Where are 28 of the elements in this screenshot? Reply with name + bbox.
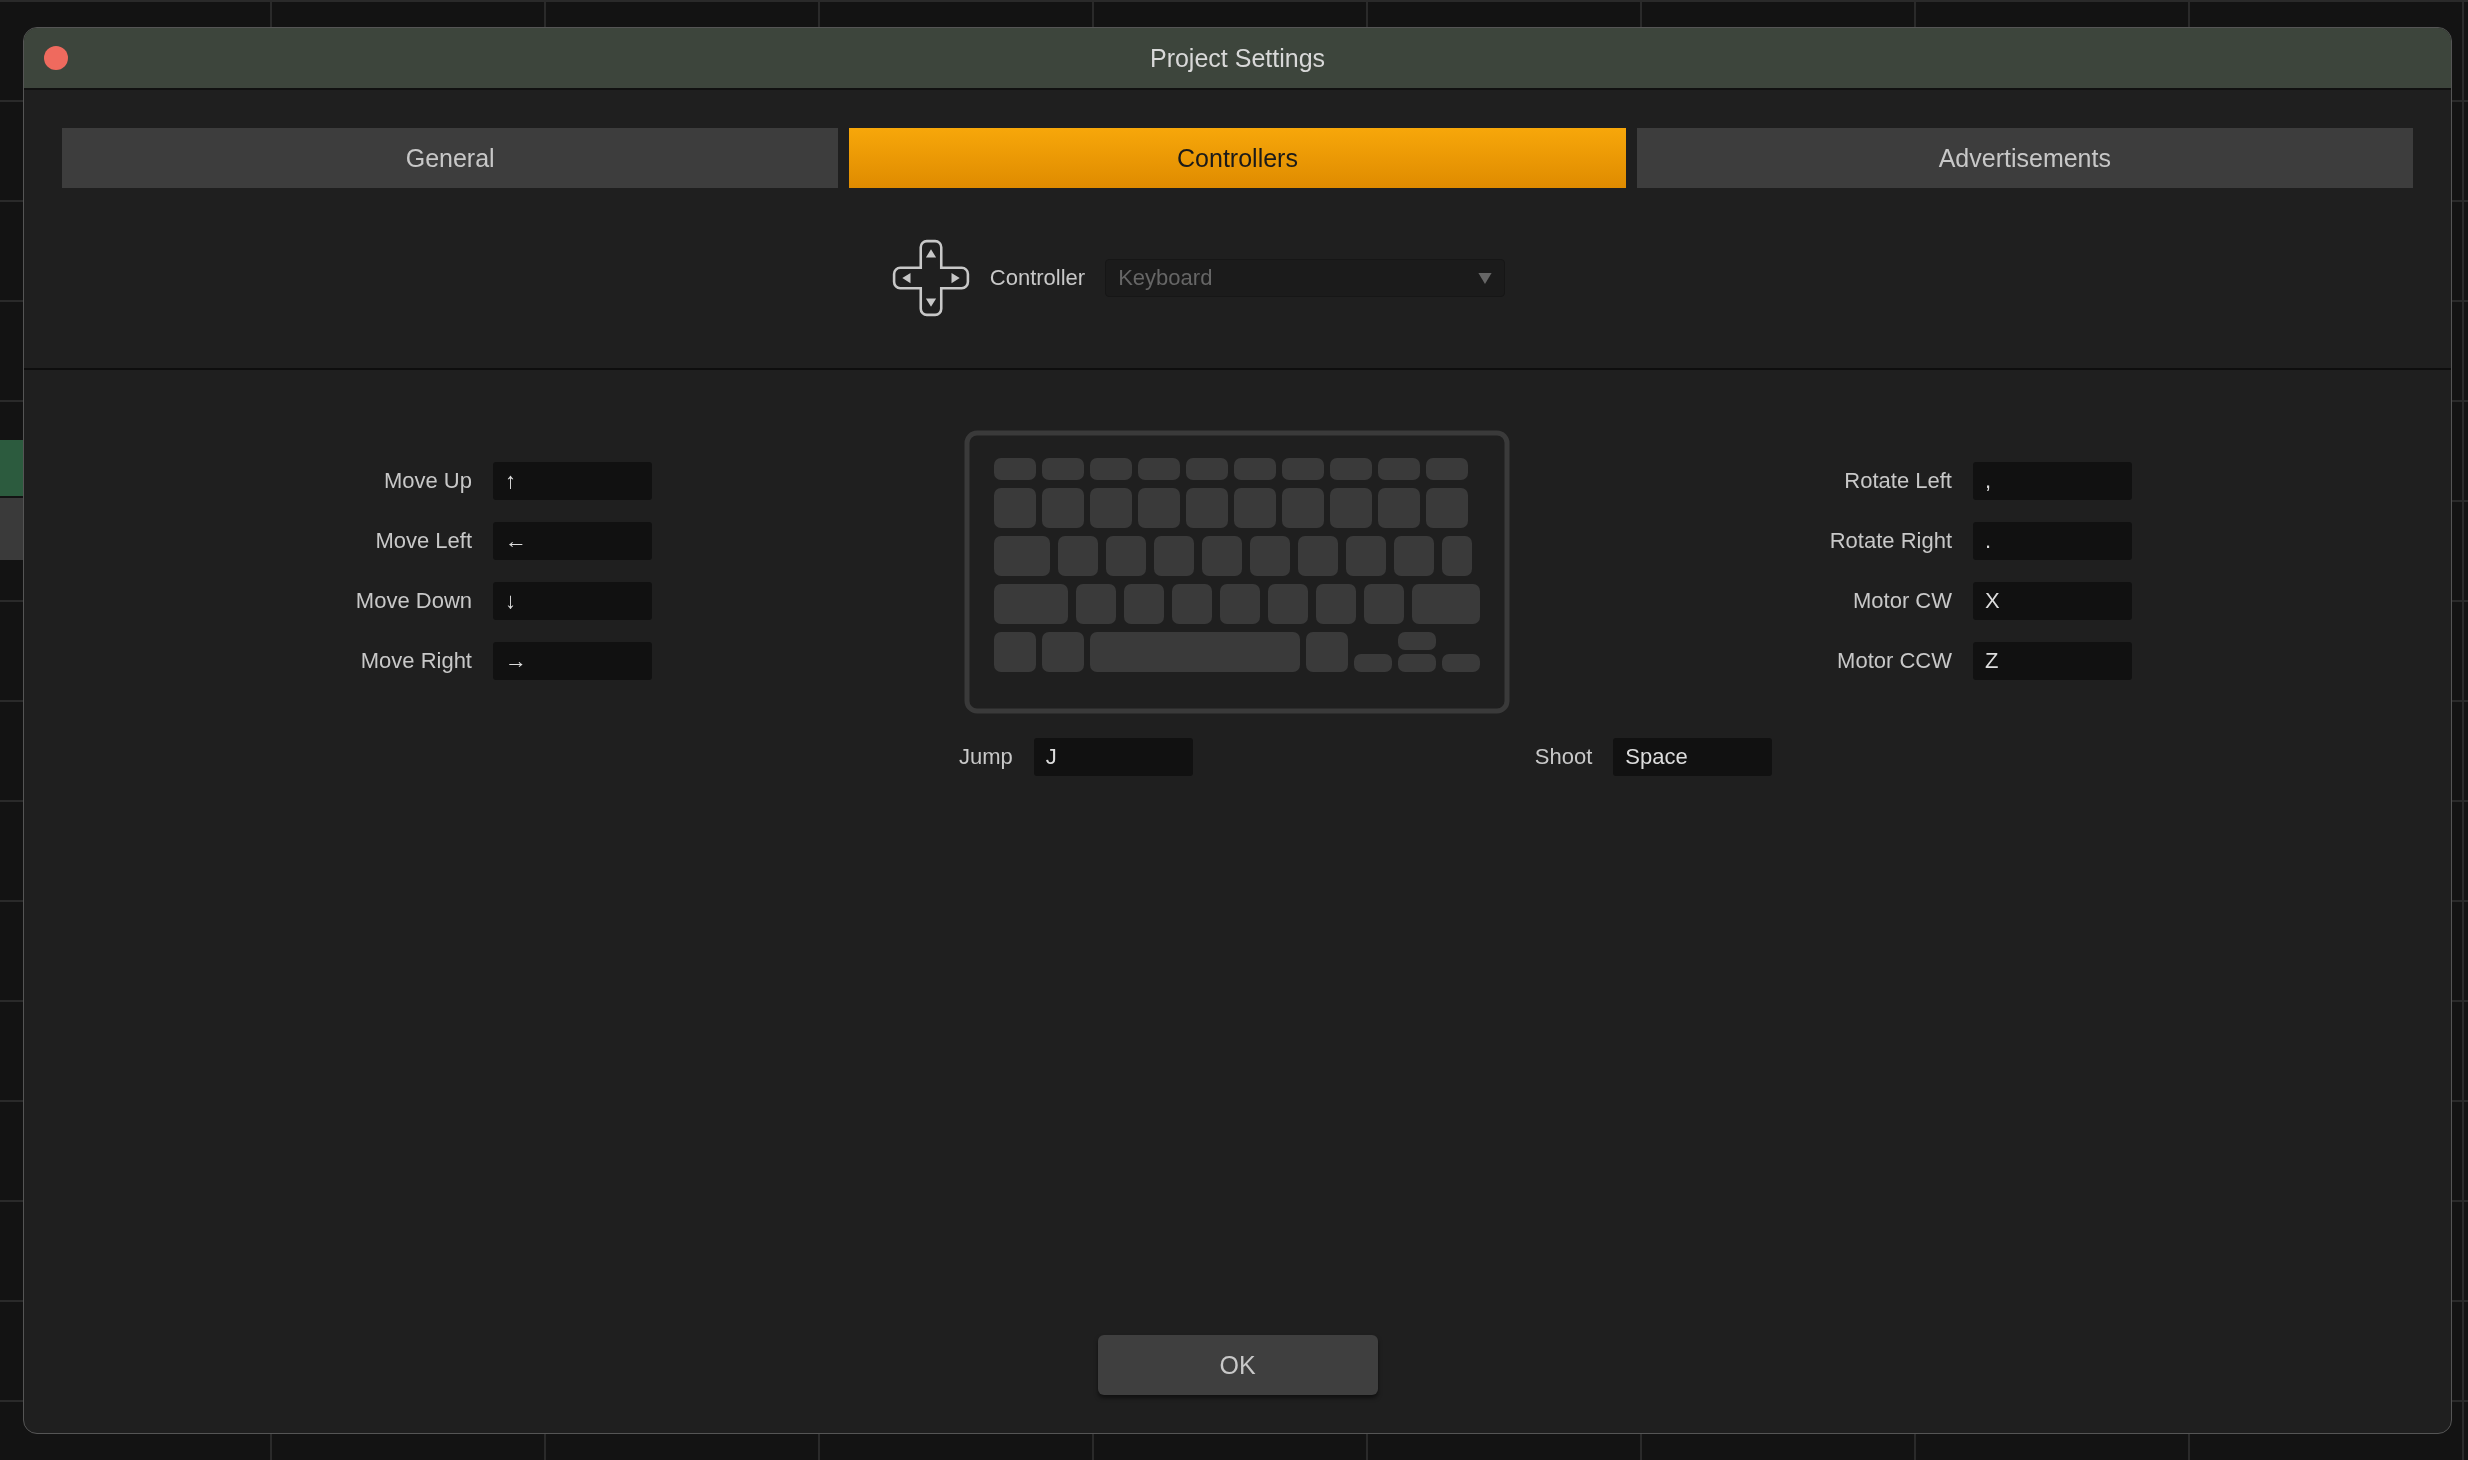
- key-field[interactable]: X: [1973, 582, 2132, 620]
- key-field[interactable]: J: [1033, 738, 1193, 776]
- binding-label: Motor CCW: [1837, 648, 1952, 674]
- key-field[interactable]: Space: [1613, 738, 1773, 776]
- key-field[interactable]: ,: [1973, 462, 2132, 500]
- binding-label: Rotate Left: [1844, 468, 1952, 494]
- key-field[interactable]: ↑: [493, 462, 652, 500]
- binding-label: Move Right: [360, 648, 472, 674]
- tab[interactable]: Advertisements: [1636, 128, 2413, 188]
- key-field[interactable]: Z: [1973, 642, 2132, 680]
- controller-label: Controller: [989, 265, 1086, 291]
- ok-button[interactable]: OK: [1097, 1335, 1378, 1395]
- tab[interactable]: General: [62, 128, 839, 188]
- window-title: Project Settings: [1149, 43, 1326, 73]
- key-field[interactable]: .: [1973, 522, 2132, 560]
- binding-label: Move Left: [375, 528, 472, 554]
- binding-label: Shoot: [1534, 744, 1593, 770]
- key-field[interactable]: ←: [493, 522, 652, 560]
- binding-label: Motor CW: [1853, 588, 1952, 614]
- binding-label: Move Down: [355, 588, 472, 614]
- close-button[interactable]: [44, 46, 68, 70]
- tab[interactable]: Controllers: [849, 128, 1626, 188]
- binding-label: Move Up: [383, 468, 472, 494]
- key-field[interactable]: ↓: [493, 582, 652, 620]
- binding-label: Jump: [959, 744, 1013, 770]
- key-field[interactable]: →: [493, 642, 652, 680]
- binding-label: Rotate Right: [1829, 528, 1952, 554]
- caret-icon: [1478, 272, 1493, 284]
